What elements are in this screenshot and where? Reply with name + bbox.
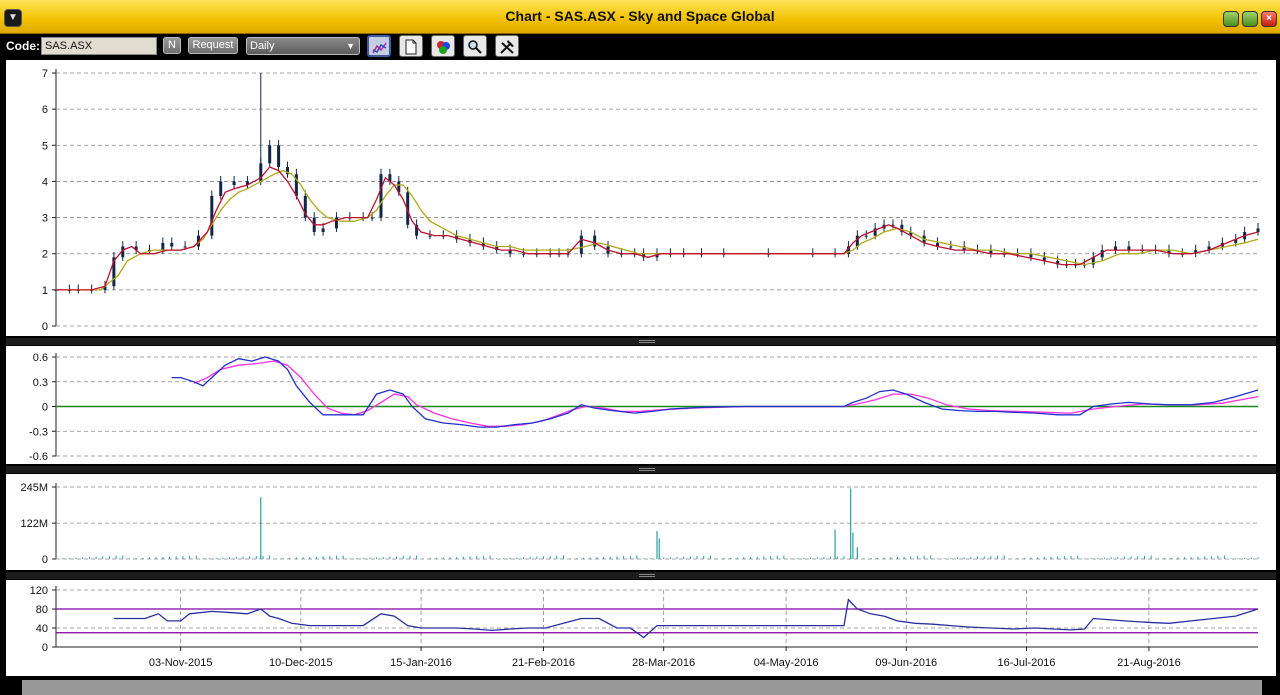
tools-button[interactable]	[495, 35, 519, 57]
volume-panel[interactable]: 245M 122M 0	[6, 474, 1276, 570]
rsi-line	[113, 598, 1259, 639]
panel-resize-handle[interactable]	[6, 572, 1276, 579]
ma-short-line	[56, 166, 1259, 291]
panel-resize-handle[interactable]	[6, 466, 1276, 473]
volume-chart: 245M 122M 0	[20, 482, 1259, 566]
y-tick-label: 3	[42, 213, 48, 225]
candle-body	[864, 235, 868, 237]
grip-icon	[639, 340, 655, 343]
candle-body	[183, 246, 187, 248]
candle-body	[210, 195, 214, 236]
y-tick-label: 7	[42, 68, 48, 80]
y-tick-label: 6	[42, 104, 48, 116]
candle-body	[232, 181, 236, 186]
x-tick-label: 03-Nov-2015	[149, 657, 213, 669]
period-select[interactable]: Daily ▼	[246, 37, 360, 55]
x-tick-label: 16-Jul-2016	[997, 657, 1055, 669]
y-tick-label: 0.3	[33, 377, 48, 389]
candle-body	[161, 242, 165, 251]
request-button[interactable]: Request	[188, 37, 238, 54]
signal-line	[193, 360, 1259, 427]
y-tick-label: 2	[42, 249, 48, 261]
y-tick-label: 120	[30, 585, 48, 597]
candle-body	[219, 181, 223, 196]
y-tick-label: 1	[42, 285, 48, 297]
x-tick-label: 28-Mar-2016	[632, 657, 695, 669]
x-tick-label: 15-Jan-2016	[390, 657, 452, 669]
price-chart: 0 1 2 3 4 5 6 7	[42, 68, 1260, 333]
n-button[interactable]: N	[163, 37, 181, 54]
candle-body	[321, 228, 325, 233]
macd-chart: 0.6 0.3 0 -0.3 -0.6	[29, 352, 1259, 463]
candle-body	[277, 145, 281, 167]
chevron-down-icon: ▼	[346, 41, 355, 51]
code-input[interactable]	[41, 37, 157, 55]
toolbar: Code: N Request Daily ▼	[0, 34, 1280, 58]
colors-button[interactable]	[431, 35, 455, 57]
y-tick-label: 0	[42, 642, 48, 654]
candle-body	[170, 242, 174, 247]
code-label: Code:	[6, 39, 40, 53]
zoom-button[interactable]	[463, 35, 487, 57]
y-tick-label: 245M	[20, 482, 48, 494]
magnifier-icon	[468, 40, 482, 54]
horizontal-scrollbar[interactable]	[22, 680, 1262, 695]
candle-body	[949, 246, 953, 248]
candle-body	[370, 217, 374, 219]
candle-body	[268, 145, 272, 164]
grip-icon	[639, 468, 655, 471]
price-panel[interactable]: 0 1 2 3 4 5 6 7	[6, 60, 1276, 336]
x-tick-label: 04-May-2016	[754, 657, 819, 669]
y-tick-label: 5	[42, 140, 48, 152]
y-tick-label: -0.6	[29, 451, 48, 463]
y-tick-label: 0	[42, 402, 48, 414]
candle-body	[428, 235, 432, 237]
window-titlebar: ▼ Chart - SAS.ASX - Sky and Space Global…	[0, 0, 1280, 34]
panel-resize-handle[interactable]	[6, 338, 1276, 345]
x-tick-label: 10-Dec-2015	[269, 657, 333, 669]
y-tick-label: 80	[36, 604, 48, 616]
color-palette-icon	[437, 41, 450, 54]
maximize-icon[interactable]	[1242, 11, 1258, 27]
y-tick-label: 0	[42, 554, 48, 566]
chart-lines-icon	[372, 42, 387, 54]
candle-body	[521, 253, 525, 255]
y-tick-label: 40	[36, 623, 48, 635]
tools-icon	[500, 40, 514, 54]
grip-icon	[639, 574, 655, 577]
close-icon[interactable]: ×	[1261, 11, 1277, 27]
chart-style-button[interactable]	[367, 35, 391, 57]
y-tick-label: 0	[42, 321, 48, 333]
period-value: Daily	[250, 40, 275, 52]
y-tick-label: 122M	[20, 518, 48, 530]
y-tick-label: 0.6	[33, 352, 48, 364]
rsi-panel[interactable]: 120 80 40 0 03-Nov-2015 10-Dec-2015 15-Jan-201…	[6, 580, 1276, 676]
candle-body	[379, 174, 383, 218]
x-tick-label: 09-Jun-2016	[875, 657, 937, 669]
rsi-chart: 120 80 40 0 03-Nov-2015 10-Dec-2015 15-Jan-201…	[30, 585, 1259, 669]
document-icon	[405, 39, 417, 55]
x-tick-label: 21-Feb-2016	[512, 657, 575, 669]
x-tick-label: 21-Aug-2016	[1117, 657, 1181, 669]
macd-line	[171, 356, 1259, 428]
y-tick-label: -0.3	[29, 426, 48, 438]
candle-body	[1256, 228, 1260, 233]
macd-panel[interactable]: 0.6 0.3 0 -0.3 -0.6	[6, 346, 1276, 464]
y-tick-label: 4	[42, 176, 48, 188]
new-document-button[interactable]	[399, 35, 423, 57]
candle-body	[579, 235, 583, 254]
window-title: Chart - SAS.ASX - Sky and Space Global	[505, 8, 775, 24]
minimize-icon[interactable]	[1223, 11, 1239, 27]
